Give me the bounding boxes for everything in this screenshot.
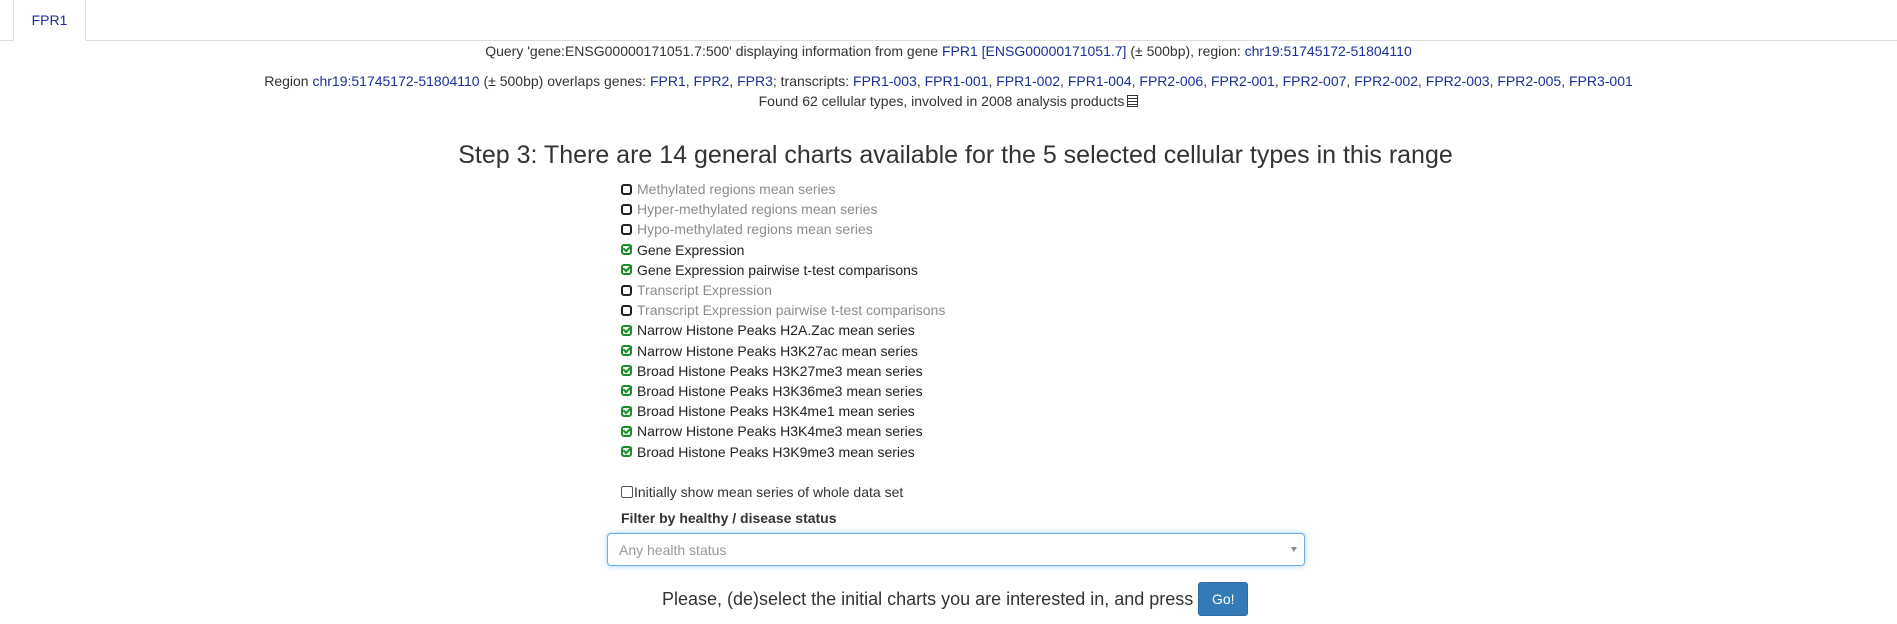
chart-option[interactable]: Broad Histone Peaks H3K4me1 mean series xyxy=(621,401,945,421)
chart-option-label: Methylated regions mean series xyxy=(637,181,836,198)
transcripts-list: FPR1-003, FPR1-001, FPR1-002, FPR1-004, … xyxy=(853,73,1633,89)
checked-square-icon[interactable] xyxy=(621,405,632,417)
chart-option[interactable]: Broad Histone Peaks H3K27me3 mean series xyxy=(621,361,945,381)
empty-square-icon[interactable] xyxy=(621,203,632,215)
step-title: Step 3: There are 14 general charts avai… xyxy=(458,141,1453,169)
health-status-placeholder: Any health status xyxy=(619,541,727,558)
table-icon[interactable] xyxy=(1127,95,1139,107)
initial-mean-option[interactable]: Initially show mean series of whole data… xyxy=(621,484,903,500)
overlaps-info: Region chr19:51745172-51804110 (± 500bp)… xyxy=(0,73,1897,89)
charts-list: Methylated regions mean series Hyper-meth… xyxy=(621,179,945,462)
checked-square-icon[interactable] xyxy=(621,385,632,397)
chart-option-label: Broad Histone Peaks H3K27me3 mean series xyxy=(637,362,923,379)
ensg-link[interactable]: [ENSG00000171051.7] xyxy=(982,43,1127,59)
checked-square-icon[interactable] xyxy=(621,365,632,377)
chart-option[interactable]: Narrow Histone Peaks H2A.Zac mean series xyxy=(621,320,945,340)
tab-bar: FPR1 xyxy=(0,0,1897,41)
transcript-link[interactable]: FPR2-006 xyxy=(1139,73,1203,89)
checked-square-icon[interactable] xyxy=(621,425,632,437)
region-link[interactable]: chr19:51745172-51804110 xyxy=(1245,43,1412,59)
chart-option[interactable]: Broad Histone Peaks H3K9me3 mean series xyxy=(621,441,945,461)
overlaps-region-link[interactable]: chr19:51745172-51804110 xyxy=(312,73,479,89)
query-info: Query 'gene:ENSG00000171051.7:500' displ… xyxy=(0,43,1897,59)
checked-square-icon[interactable] xyxy=(621,446,632,458)
chart-option[interactable]: Gene Expression xyxy=(621,240,945,260)
gene-link[interactable]: FPR2 xyxy=(694,73,730,89)
chart-option-label: Narrow Histone Peaks H3K27ac mean series xyxy=(637,342,918,359)
empty-square-icon[interactable] xyxy=(621,284,632,296)
health-status-select[interactable]: Any health status xyxy=(607,533,1305,566)
overlaps-prefix: Region xyxy=(264,73,313,89)
chart-option-label: Transcript Expression pairwise t-test co… xyxy=(637,302,946,319)
chart-option-label: Broad Histone Peaks H3K4me1 mean series xyxy=(637,403,915,420)
empty-square-icon[interactable] xyxy=(621,223,632,235)
transcripts-label: ; transcripts: xyxy=(772,73,854,89)
transcript-link[interactable]: FPR1-002 xyxy=(996,73,1060,89)
submit-row: Please, (de)select the initial charts yo… xyxy=(662,582,1249,616)
empty-square-icon[interactable] xyxy=(621,183,632,195)
chart-option-label: Hyper-methylated regions mean series xyxy=(637,201,878,218)
transcript-link[interactable]: FPR2-002 xyxy=(1354,73,1418,89)
chart-option[interactable]: Gene Expression pairwise t-test comparis… xyxy=(621,260,945,280)
chart-option[interactable]: Broad Histone Peaks H3K36me3 mean series xyxy=(621,381,945,401)
chart-option-label: Narrow Histone Peaks H3K4me3 mean series xyxy=(637,423,923,440)
chart-option[interactable]: Methylated regions mean series xyxy=(621,179,945,199)
transcript-link[interactable]: FPR1-003 xyxy=(853,73,917,89)
chart-option-label: Hypo-methylated regions mean series xyxy=(637,221,873,238)
checked-square-icon[interactable] xyxy=(621,324,632,336)
checked-square-icon[interactable] xyxy=(621,345,632,357)
transcript-link[interactable]: FPR1-004 xyxy=(1068,73,1132,89)
transcript-link[interactable]: FPR3-001 xyxy=(1569,73,1633,89)
chart-option[interactable]: Narrow Histone Peaks H3K27ac mean series xyxy=(621,341,945,361)
chart-option-label: Broad Histone Peaks H3K36me3 mean series xyxy=(637,382,923,399)
initial-mean-checkbox[interactable] xyxy=(621,486,633,498)
gene-link-fpr1[interactable]: FPR1 xyxy=(942,43,978,59)
overlaps-middle: (± 500bp) overlaps genes: xyxy=(479,73,650,89)
chevron-down-icon xyxy=(1291,547,1297,552)
go-button[interactable]: Go! xyxy=(1198,582,1249,616)
transcript-link[interactable]: FPR2-007 xyxy=(1283,73,1347,89)
found-text: Found 62 cellular types, involved in 200… xyxy=(758,93,1125,109)
tab-fpr1[interactable]: FPR1 xyxy=(13,0,86,41)
chart-option[interactable]: Transcript Expression pairwise t-test co… xyxy=(621,300,945,320)
gene-link[interactable]: FPR3 xyxy=(737,73,773,89)
chart-option[interactable]: Transcript Expression xyxy=(621,280,945,300)
chart-option-label: Broad Histone Peaks H3K9me3 mean series xyxy=(637,443,915,460)
chart-option[interactable]: Narrow Histone Peaks H3K4me3 mean series xyxy=(621,421,945,441)
filter-label: Filter by healthy / disease status xyxy=(621,510,837,526)
query-middle: (± 500bp), region: xyxy=(1126,43,1245,59)
chart-option[interactable]: Hyper-methylated regions mean series xyxy=(621,199,945,219)
chart-option-label: Transcript Expression xyxy=(637,282,772,299)
submit-instruction: Please, (de)select the initial charts yo… xyxy=(662,588,1194,609)
transcript-link[interactable]: FPR1-001 xyxy=(925,73,989,89)
chart-option-label: Narrow Histone Peaks H2A.Zac mean series xyxy=(637,322,915,339)
transcript-link[interactable]: FPR2-003 xyxy=(1426,73,1490,89)
found-info: Found 62 cellular types, involved in 200… xyxy=(0,93,1897,109)
transcript-link[interactable]: FPR2-001 xyxy=(1211,73,1275,89)
checked-square-icon[interactable] xyxy=(621,244,632,256)
gene-link[interactable]: FPR1 xyxy=(650,73,686,89)
genes-list: FPR1, FPR2, FPR3 xyxy=(649,73,773,89)
chart-option[interactable]: Hypo-methylated regions mean series xyxy=(621,219,945,239)
chart-option-label: Gene Expression pairwise t-test comparis… xyxy=(637,261,918,278)
checked-square-icon[interactable] xyxy=(621,264,632,276)
initial-mean-label: Initially show mean series of whole data… xyxy=(634,484,904,500)
query-prefix: Query 'gene:ENSG00000171051.7:500' displ… xyxy=(485,43,942,59)
chart-option-label: Gene Expression xyxy=(637,241,745,258)
transcript-link[interactable]: FPR2-005 xyxy=(1497,73,1561,89)
empty-square-icon[interactable] xyxy=(621,304,632,316)
